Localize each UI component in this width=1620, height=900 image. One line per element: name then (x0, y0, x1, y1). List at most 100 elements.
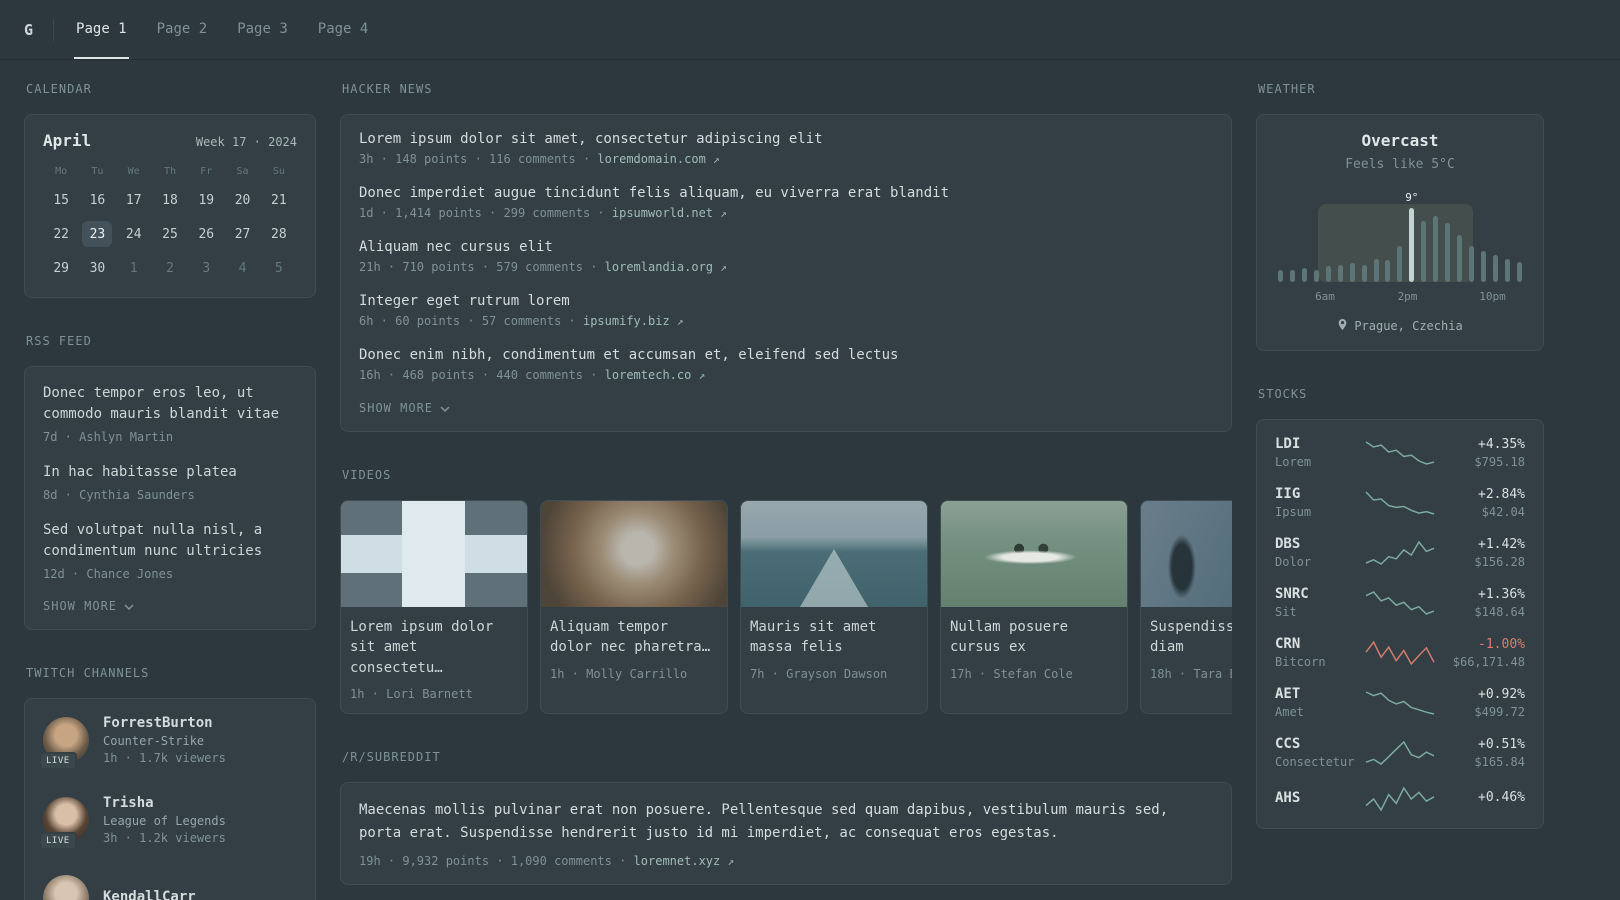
weather-bar: 9° (1405, 191, 1418, 282)
twitch-widget: LIVE ForrestBurton Counter-Strike 1h · 1… (24, 698, 316, 900)
twitch-channel-viewers: 3h · 1.2k viewers (103, 831, 226, 845)
hn-domain-link[interactable]: loremlandia.org ↗ (605, 260, 727, 274)
hn-item-title[interactable]: Donec imperdiet augue tincidunt felis al… (359, 185, 1213, 201)
live-badge: LIVE (39, 832, 77, 850)
stock-symbol: AHS (1275, 789, 1301, 806)
hn-domain-link[interactable]: loremtech.co ↗ (605, 368, 706, 382)
stock-change: +0.51% (1478, 736, 1525, 752)
calendar-days: 15 16 17 18 19 20 21 22 23 24 25 26 27 28 29 30 1 2 3 4 5 (43, 187, 297, 281)
section-title-calendar: CALENDAR (26, 82, 92, 96)
calendar-weekday: Tu (91, 166, 104, 177)
stock-price: $156.28 (1474, 554, 1525, 569)
stock-chart (1363, 490, 1437, 516)
hn-item-title[interactable]: Aliquam nec cursus elit (359, 239, 1213, 255)
hn-domain: loremlandia.org (604, 260, 714, 274)
stock-values: +0.92% $499.72 (1437, 687, 1525, 719)
hn-item: Donec imperdiet augue tincidunt felis al… (359, 185, 1213, 220)
hn-domain-link[interactable]: ipsumify.biz ↗ (583, 314, 684, 328)
video-card[interactable]: Nullam posuere cursus ex 17h · Stefan Co… (940, 500, 1128, 714)
weather-bar (1469, 246, 1474, 282)
twitch-channel-name: Trisha (103, 795, 154, 811)
stock-price: $42.04 (1481, 504, 1525, 519)
hn-meta-text: 21h · 710 points · 579 comments · (359, 260, 598, 274)
location-pin-icon (1337, 318, 1348, 334)
rss-show-more-button[interactable]: SHOW MORE (43, 599, 134, 613)
stock-symbol: SNRC (1275, 586, 1309, 602)
tab-page-4[interactable]: Page 4 (316, 0, 371, 59)
calendar-day-selected: 23 (82, 221, 113, 247)
section-title-rss: RSS FEED (26, 334, 92, 348)
subreddit-post-title[interactable]: Maecenas mollis pulvinar erat non posuer… (359, 802, 1168, 841)
twitch-channel-row[interactable]: LIVE KendallCarr (43, 875, 297, 900)
video-card[interactable]: Aliquam tempor dolor nec pharetra… 1h · … (540, 500, 728, 714)
weather-bar (1278, 269, 1283, 282)
weather-peak-temp: 9° (1405, 190, 1419, 204)
video-title: Lorem ipsum dolor sit amet consectetu… (350, 619, 494, 676)
tab-page-1[interactable]: Page 1 (74, 0, 129, 59)
stock-name: Lorem (1275, 455, 1312, 469)
tab-page-3[interactable]: Page 3 (235, 0, 290, 59)
rss-item: Sed volutpat nulla nisl, a condimentum n… (43, 520, 297, 581)
external-link-icon: ↗ (698, 369, 706, 382)
twitch-channel-info: KendallCarr (103, 889, 196, 900)
stock-price: $165.84 (1474, 754, 1525, 769)
stock-change: -1.00% (1478, 636, 1525, 652)
calendar-day: 25 (162, 226, 178, 242)
chevron-down-icon (440, 401, 450, 415)
weather-bar (1504, 258, 1510, 282)
twitch-channel-name: ForrestBurton (103, 715, 213, 731)
hn-item-title[interactable]: Lorem ipsum dolor sit amet, consectetur … (359, 131, 1213, 147)
weather-hour-label: 6am (1315, 290, 1335, 303)
video-thumbnail (341, 501, 527, 607)
stock-price: $795.18 (1474, 454, 1525, 469)
twitch-channel-row[interactable]: LIVE Trisha League of Legends 3h · 1.2k … (39, 795, 297, 850)
subreddit-domain-link[interactable]: loremnet.xyz ↗ (634, 854, 735, 868)
stock-sparkline (1365, 690, 1435, 715)
hn-item-title[interactable]: Integer eget rutrum lorem (359, 293, 1213, 309)
calendar-weekday: Th (163, 166, 177, 177)
video-card[interactable]: Lorem ipsum dolor sit amet consectetu… 1… (340, 500, 528, 714)
weather-bar (1289, 269, 1295, 282)
rss-item-title[interactable]: Donec tempor eros leo, ut commodo mauris… (43, 383, 297, 425)
video-body: Aliquam tempor dolor nec pharetra… 1h · … (541, 607, 727, 693)
video-meta: 7h · Grayson Dawson (750, 666, 888, 681)
stock-sparkline (1365, 590, 1435, 615)
app-logo: G (24, 20, 34, 39)
weather-bar (1301, 267, 1307, 282)
stock-info: AHS (1275, 790, 1363, 809)
stock-row: CCS Consectetur +0.51% $165.84 (1275, 736, 1525, 769)
hn-show-more-button[interactable]: SHOW MORE (359, 401, 450, 415)
stock-symbol: LDI (1275, 436, 1301, 452)
weather-condition: Overcast (1361, 131, 1439, 150)
weather-bar (1480, 250, 1486, 282)
hn-item-meta: 6h · 60 points · 57 comments · ipsumify.… (359, 314, 1213, 328)
video-meta: 1h · Molly Carrillo (550, 666, 688, 681)
stock-change: +4.35% (1478, 436, 1525, 452)
calendar-day: 1 (129, 260, 138, 276)
hn-item-title[interactable]: Donec enim nibh, condimentum et accumsan… (359, 347, 1213, 363)
twitch-channel-row[interactable]: LIVE ForrestBurton Counter-Strike 1h · 1… (39, 715, 297, 770)
stock-sparkline (1365, 640, 1435, 665)
stock-name: Dolor (1275, 555, 1312, 569)
chevron-down-icon (124, 599, 134, 613)
weather-hour-labels: 6am 2pm 10pm (1275, 290, 1525, 305)
twitch-channel-game: Counter-Strike (103, 734, 205, 748)
stock-change: +1.42% (1478, 536, 1525, 552)
tab-page-2[interactable]: Page 2 (155, 0, 210, 59)
hn-domain-link[interactable]: ipsumworld.net ↗ (612, 206, 727, 220)
rss-item-title[interactable]: In hac habitasse platea (43, 462, 297, 483)
stock-values: +4.35% $795.18 (1437, 437, 1525, 469)
weather-bar (1457, 235, 1463, 282)
video-card[interactable]: Mauris sit amet massa felis 7h · Grayson… (740, 500, 928, 714)
calendar-day: 15 (53, 192, 69, 208)
stock-values: +0.51% $165.84 (1437, 737, 1525, 769)
videos-section: VIDEOS Lorem ipsum dolor sit amet consec… (340, 468, 1232, 714)
stock-row: CRN Bitcorn -1.00% $66,171.48 (1275, 636, 1525, 669)
rss-item-title[interactable]: Sed volutpat nulla nisl, a condimentum n… (43, 520, 297, 562)
weather-hour-label: 10pm (1479, 290, 1506, 303)
stock-chart (1363, 440, 1437, 466)
hn-domain-link[interactable]: loremdomain.com ↗ (597, 152, 719, 166)
stock-change: +1.36% (1478, 586, 1525, 602)
live-badge: LIVE (39, 752, 77, 770)
video-card[interactable]: Suspendisse congue diam 18h · Tara Bell (1140, 500, 1232, 714)
